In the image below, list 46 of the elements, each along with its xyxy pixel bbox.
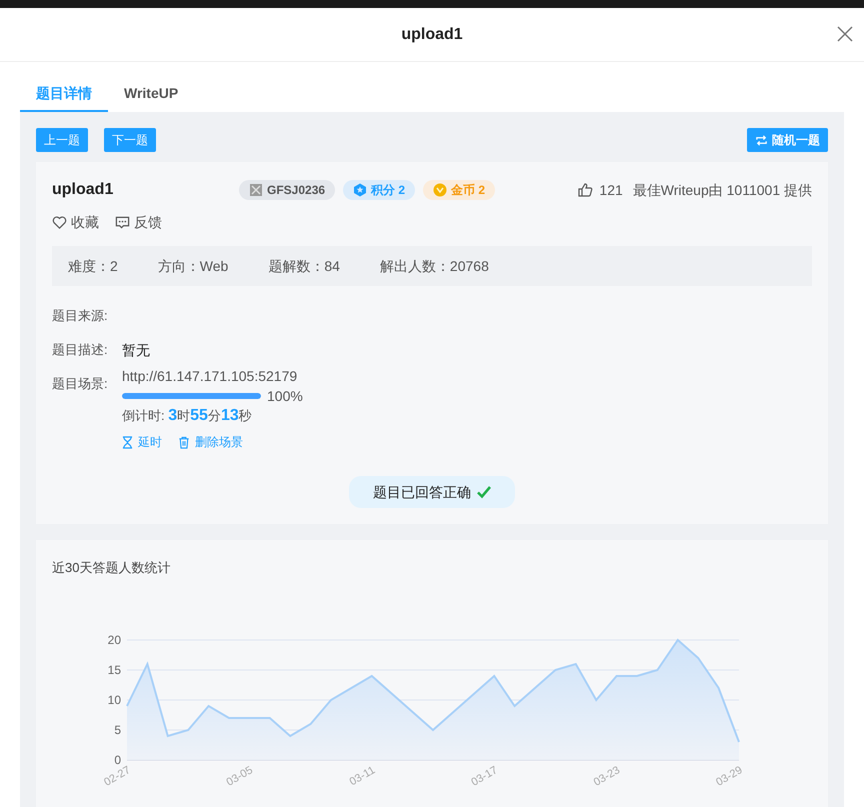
badge: 金币 2: [423, 180, 496, 200]
action-link[interactable]: 收藏: [52, 212, 99, 233]
y-tick-label: 15: [108, 662, 121, 676]
description-text: 暂无: [122, 342, 150, 358]
stat-text: 难度：2: [68, 256, 118, 276]
field-label: 题目来源:: [52, 307, 109, 325]
hourglass-icon: [122, 436, 133, 448]
y-tick-label: 20: [108, 632, 121, 646]
x-tick-label: 03-11: [348, 764, 378, 788]
y-tick-label: 0: [114, 752, 121, 766]
progress-reading: 100%: [267, 387, 303, 406]
action-link[interactable]: 反馈: [115, 212, 162, 233]
challenge-name: upload1: [52, 180, 114, 200]
close-icon[interactable]: [836, 25, 854, 43]
chart-title: 近30天答题人数统计: [52, 559, 172, 577]
coin-icon: [433, 183, 448, 197]
tab[interactable]: WriteUP: [108, 77, 194, 112]
badge: GFSJ0236: [239, 180, 336, 200]
best-writeup-text: 最佳Writeup由 1011001 提供: [632, 180, 812, 200]
trash-icon: [178, 436, 190, 448]
stat-text: 题解数：84: [268, 256, 340, 276]
badge-icon: [249, 183, 263, 197]
stat-text: 方向：Web: [158, 256, 228, 276]
previous-button[interactable]: 上一题: [36, 128, 88, 152]
scene-action-link[interactable]: 删除场景: [178, 432, 243, 452]
star-icon: [353, 183, 368, 197]
solved-text: 题目已回答正确: [373, 482, 471, 502]
y-tick-label: 5: [114, 722, 121, 736]
swap-icon: [755, 134, 768, 146]
y-tick-label: 10: [108, 692, 121, 706]
random-button[interactable]: 随机一题: [747, 128, 828, 152]
scene-action-link[interactable]: 延时: [122, 432, 162, 452]
badge: 积分 2: [343, 180, 416, 200]
x-tick-label: 03-23: [592, 764, 622, 788]
scene-url: http://61.147.171.105:52179: [122, 367, 298, 386]
stat-text: 解出人数：20768: [380, 256, 489, 276]
heart-icon: [52, 215, 67, 230]
comment-icon: [115, 215, 130, 230]
field-label: 题目描述:: [52, 341, 109, 359]
x-tick-label: 03-29: [714, 764, 744, 788]
field-label: 题目场景:: [52, 375, 109, 393]
modal-title: upload1: [401, 24, 463, 44]
thumbs-up-icon[interactable]: [577, 182, 594, 198]
next-button[interactable]: 下一题: [104, 128, 156, 152]
like-count: 121: [599, 180, 623, 200]
countdown-text: 倒计时: 3时55分13秒: [122, 406, 252, 426]
